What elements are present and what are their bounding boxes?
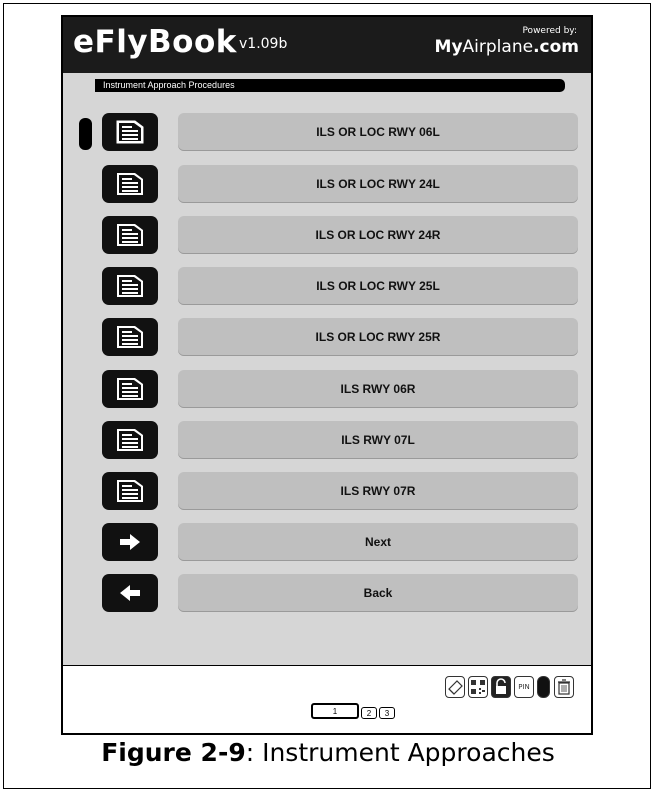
selected-indicator-icon[interactable] bbox=[537, 676, 550, 698]
arrow-right-icon[interactable] bbox=[102, 523, 158, 561]
page-tab-3[interactable]: 3 bbox=[379, 707, 395, 719]
approach-button[interactable]: ILS OR LOC RWY 25R bbox=[178, 318, 578, 356]
approach-button[interactable]: ILS RWY 07R bbox=[178, 472, 578, 510]
list-item[interactable]: ILS RWY 07R bbox=[63, 472, 591, 512]
document-icon[interactable] bbox=[102, 216, 158, 254]
approach-button[interactable]: ILS RWY 07L bbox=[178, 421, 578, 459]
list-item[interactable]: ILS OR LOC RWY 24R bbox=[63, 216, 591, 256]
approach-button[interactable]: ILS OR LOC RWY 24L bbox=[178, 165, 578, 203]
list-item[interactable]: Next bbox=[63, 523, 591, 563]
list-item[interactable]: ILS OR LOC RWY 06L bbox=[63, 113, 591, 153]
powered-by-label: Powered by: bbox=[522, 26, 577, 36]
approach-button[interactable]: ILS OR LOC RWY 06L bbox=[178, 113, 578, 151]
app-header: eFlyBook v1.09b Powered by: MyAirplane.c… bbox=[63, 17, 591, 73]
trash-icon[interactable] bbox=[554, 676, 574, 698]
document-icon[interactable] bbox=[102, 318, 158, 356]
document-icon[interactable] bbox=[102, 472, 158, 510]
bottom-toolbar: PIN 1 2 3 bbox=[63, 665, 591, 733]
approach-button[interactable]: ILS OR LOC RWY 24R bbox=[178, 216, 578, 254]
page-tab-1[interactable]: 1 bbox=[311, 703, 359, 719]
pin-icon[interactable]: PIN bbox=[514, 676, 534, 698]
document-icon[interactable] bbox=[102, 165, 158, 203]
document-icon[interactable] bbox=[102, 267, 158, 305]
approach-button[interactable]: ILS RWY 06R bbox=[178, 370, 578, 408]
app-title: eFlyBook bbox=[73, 24, 237, 60]
selection-indicator bbox=[79, 118, 92, 150]
list-item[interactable]: Back bbox=[63, 574, 591, 614]
list-item[interactable]: ILS OR LOC RWY 25L bbox=[63, 267, 591, 307]
device-screen: eFlyBook v1.09b Powered by: MyAirplane.c… bbox=[61, 15, 593, 735]
document-icon[interactable] bbox=[102, 370, 158, 408]
app-version: v1.09b bbox=[239, 36, 288, 52]
brand-logo: MyAirplane.com bbox=[434, 37, 579, 57]
document-icon[interactable] bbox=[102, 113, 158, 151]
qr-code-icon[interactable] bbox=[468, 676, 488, 698]
list-item[interactable]: ILS OR LOC RWY 24L bbox=[63, 165, 591, 205]
back-button[interactable]: Back bbox=[178, 574, 578, 612]
list-item[interactable]: ILS RWY 06R bbox=[63, 370, 591, 410]
unlock-icon[interactable] bbox=[491, 676, 511, 698]
main-content: Instrument Approach Procedures ILS OR LO… bbox=[63, 73, 591, 665]
next-button[interactable]: Next bbox=[178, 523, 578, 561]
list-item[interactable]: ILS OR LOC RWY 25R bbox=[63, 318, 591, 358]
document-icon[interactable] bbox=[102, 421, 158, 459]
section-label: Instrument Approach Procedures bbox=[95, 79, 565, 92]
list-item[interactable]: ILS RWY 07L bbox=[63, 421, 591, 461]
figure-caption: Figure 2-9: Instrument Approaches bbox=[101, 738, 555, 767]
arrow-left-icon[interactable] bbox=[102, 574, 158, 612]
approach-button[interactable]: ILS OR LOC RWY 25L bbox=[178, 267, 578, 305]
eraser-icon[interactable] bbox=[445, 676, 465, 698]
page-tab-2[interactable]: 2 bbox=[361, 707, 377, 719]
